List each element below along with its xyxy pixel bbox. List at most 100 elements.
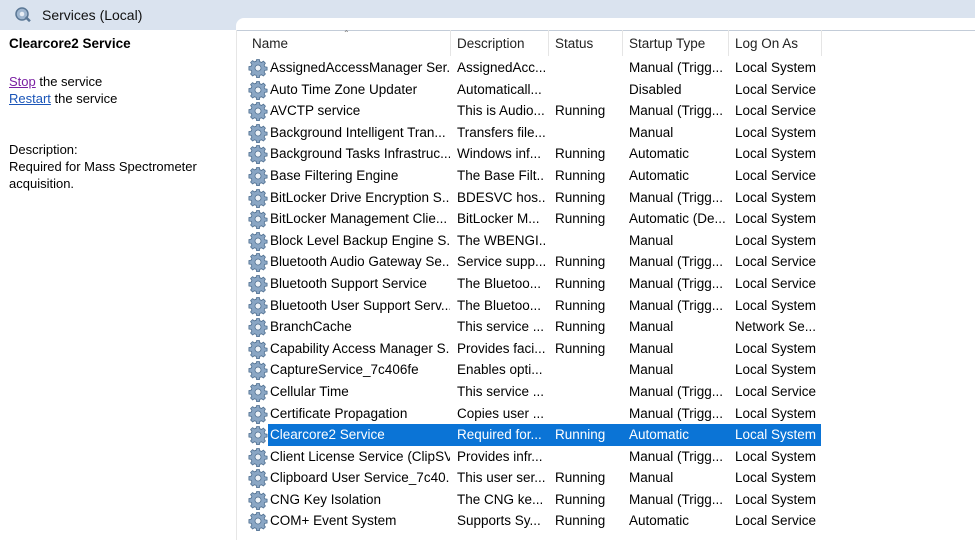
table-row[interactable]: Base Filtering Engine The Base Filt... Run… — [246, 165, 975, 187]
service-description-cell: Transfers file... — [457, 124, 545, 140]
service-startup-type-cell: Manual (Trigg... — [629, 60, 724, 75]
services-list[interactable]: ⌃ Name Description Status Startup Type L… — [246, 30, 975, 540]
gear-icon — [248, 317, 268, 338]
table-row[interactable]: AssignedAccessManager Ser... AssignedAcc.… — [246, 57, 975, 79]
gear-icon — [248, 274, 268, 295]
gear-icon — [248, 231, 268, 251]
service-status-cell: Running — [555, 513, 606, 529]
service-startup-type-cell: Manual (Trigg... — [629, 405, 724, 421]
table-row[interactable]: Client License Service (ClipSV... Provide… — [246, 446, 975, 468]
column-header-startup-type[interactable]: Startup Type — [629, 36, 705, 51]
table-row[interactable]: Bluetooth Support Service The Bluetoo... R… — [246, 273, 975, 295]
service-name-cell: Bluetooth Audio Gateway Se... — [270, 254, 450, 270]
table-row[interactable]: Bluetooth Audio Gateway Se... Service sup… — [246, 251, 975, 273]
restart-service-line: Restart the service — [9, 91, 117, 106]
service-startup-type-cell: Manual (Trigg... — [629, 491, 724, 507]
service-description-cell: The Bluetoo... — [457, 297, 542, 313]
column-header-log-on-as[interactable]: Log On As — [735, 36, 798, 51]
service-name-cell: Base Filtering Engine — [270, 167, 399, 183]
table-row[interactable]: Background Tasks Infrastruc... Windows in… — [246, 143, 975, 165]
table-row[interactable]: Clipboard User Service_7c40... This user … — [246, 467, 975, 489]
gear-icon — [248, 490, 268, 510]
column-separator[interactable] — [728, 30, 729, 56]
table-row[interactable]: AVCTP service This is Audio... Running Manu… — [246, 100, 975, 122]
table-row[interactable]: Background Intelligent Tran... Transfers … — [246, 122, 975, 144]
service-name-cell: Bluetooth User Support Serv... — [270, 297, 450, 313]
service-log-on-as-cell: Local System — [735, 211, 817, 227]
service-status-cell: Running — [555, 103, 606, 119]
service-startup-type-cell: Manual (Trigg... — [629, 103, 724, 119]
window-title: Services (Local) — [42, 7, 143, 23]
gear-icon — [248, 209, 268, 230]
service-startup-type-cell: Manual — [629, 340, 674, 356]
gear-icon — [248, 339, 268, 359]
table-row[interactable]: Bluetooth User Support Serv... The Blueto… — [246, 295, 975, 317]
service-description-cell: The Base Filt... — [457, 167, 545, 183]
service-name-cell: Bluetooth Support Service — [270, 275, 427, 291]
sort-ascending-icon: ⌃ — [343, 30, 350, 38]
services-icon — [15, 7, 31, 23]
service-startup-type-cell: Manual (Trigg... — [629, 383, 724, 399]
gear-icon — [248, 468, 268, 489]
column-header-description[interactable]: Description — [457, 36, 525, 51]
restart-service-link[interactable]: Restart — [9, 91, 51, 106]
stop-service-suffix: the service — [35, 74, 103, 89]
column-separator[interactable] — [622, 30, 623, 56]
table-row[interactable]: Capability Access Manager S... Provides f… — [246, 338, 975, 360]
gear-icon — [248, 123, 268, 143]
service-name-cell: Client License Service (ClipSV... — [270, 448, 450, 464]
service-name-cell: Clipboard User Service_7c40... — [270, 470, 450, 486]
gear-icon — [248, 166, 268, 187]
service-rows: AssignedAccessManager Ser... AssignedAcc.… — [246, 57, 975, 532]
service-status-cell: Running — [555, 491, 606, 507]
service-log-on-as-cell: Local Service — [735, 103, 817, 119]
service-name-cell: Certificate Propagation — [270, 405, 408, 421]
column-separator[interactable] — [548, 30, 549, 56]
column-header-status[interactable]: Status — [555, 36, 593, 51]
table-row[interactable]: Certificate Propagation Copies user ... Ma… — [246, 403, 975, 425]
table-row[interactable]: CaptureService_7c406fe Enables opti... Man… — [246, 359, 975, 381]
table-row[interactable]: BitLocker Management Clie... BitLocker M.… — [246, 208, 975, 230]
service-log-on-as-cell: Local System — [735, 448, 817, 464]
service-status-cell: Running — [555, 275, 606, 291]
column-separator[interactable] — [450, 30, 451, 56]
service-status-cell: Running — [555, 211, 606, 227]
service-startup-type-cell: Manual — [629, 470, 674, 486]
gear-icon — [248, 58, 268, 79]
gear-icon — [248, 404, 268, 424]
column-header-row: ⌃ Name Description Status Startup Type L… — [246, 30, 975, 58]
service-description-cell: This service ... — [457, 319, 545, 335]
table-row[interactable]: Clearcore2 Service Required for... Running… — [246, 424, 975, 446]
service-status-cell: Running — [555, 297, 606, 313]
service-status-cell: Running — [555, 189, 606, 205]
selected-service-title: Clearcore2 Service — [9, 36, 131, 51]
gear-icon — [248, 188, 268, 208]
service-log-on-as-cell: Local System — [735, 340, 817, 356]
table-row[interactable]: Block Level Backup Engine S... The WBENGI… — [246, 230, 975, 252]
service-log-on-as-cell: Local Service — [735, 81, 817, 97]
column-header-name[interactable]: Name — [252, 36, 288, 51]
table-row[interactable]: Auto Time Zone Updater Automaticall... Dis… — [246, 79, 975, 101]
service-status-cell: Running — [555, 340, 606, 356]
description-label: Description: — [9, 142, 78, 157]
service-log-on-as-cell: Local System — [735, 427, 817, 443]
service-log-on-as-cell: Local Service — [735, 254, 817, 270]
table-row[interactable]: BranchCache This service ... Running Manual… — [246, 316, 975, 338]
table-row[interactable]: CNG Key Isolation The CNG ke... Running Man… — [246, 489, 975, 511]
stop-service-link[interactable]: Stop — [9, 74, 36, 89]
table-row[interactable]: COM+ Event System Supports Sy... Running Au… — [246, 510, 975, 532]
restart-service-suffix: the service — [50, 91, 118, 106]
service-description-cell: This service ... — [457, 383, 545, 399]
service-status-cell: Running — [555, 167, 606, 183]
service-log-on-as-cell: Local Service — [735, 383, 817, 399]
gear-icon — [248, 296, 268, 316]
table-row[interactable]: BitLocker Drive Encryption S... BDESVC ho… — [246, 187, 975, 209]
table-row[interactable]: Cellular Time This service ... Manual (Tri… — [246, 381, 975, 403]
service-status-cell: Running — [555, 319, 606, 335]
service-log-on-as-cell: Local System — [735, 470, 817, 486]
service-log-on-as-cell: Local System — [735, 232, 817, 248]
service-description-cell: Provides infr... — [457, 448, 543, 464]
column-separator[interactable] — [821, 30, 822, 56]
service-log-on-as-cell: Local Service — [735, 167, 817, 183]
service-name-cell: Auto Time Zone Updater — [270, 81, 418, 97]
